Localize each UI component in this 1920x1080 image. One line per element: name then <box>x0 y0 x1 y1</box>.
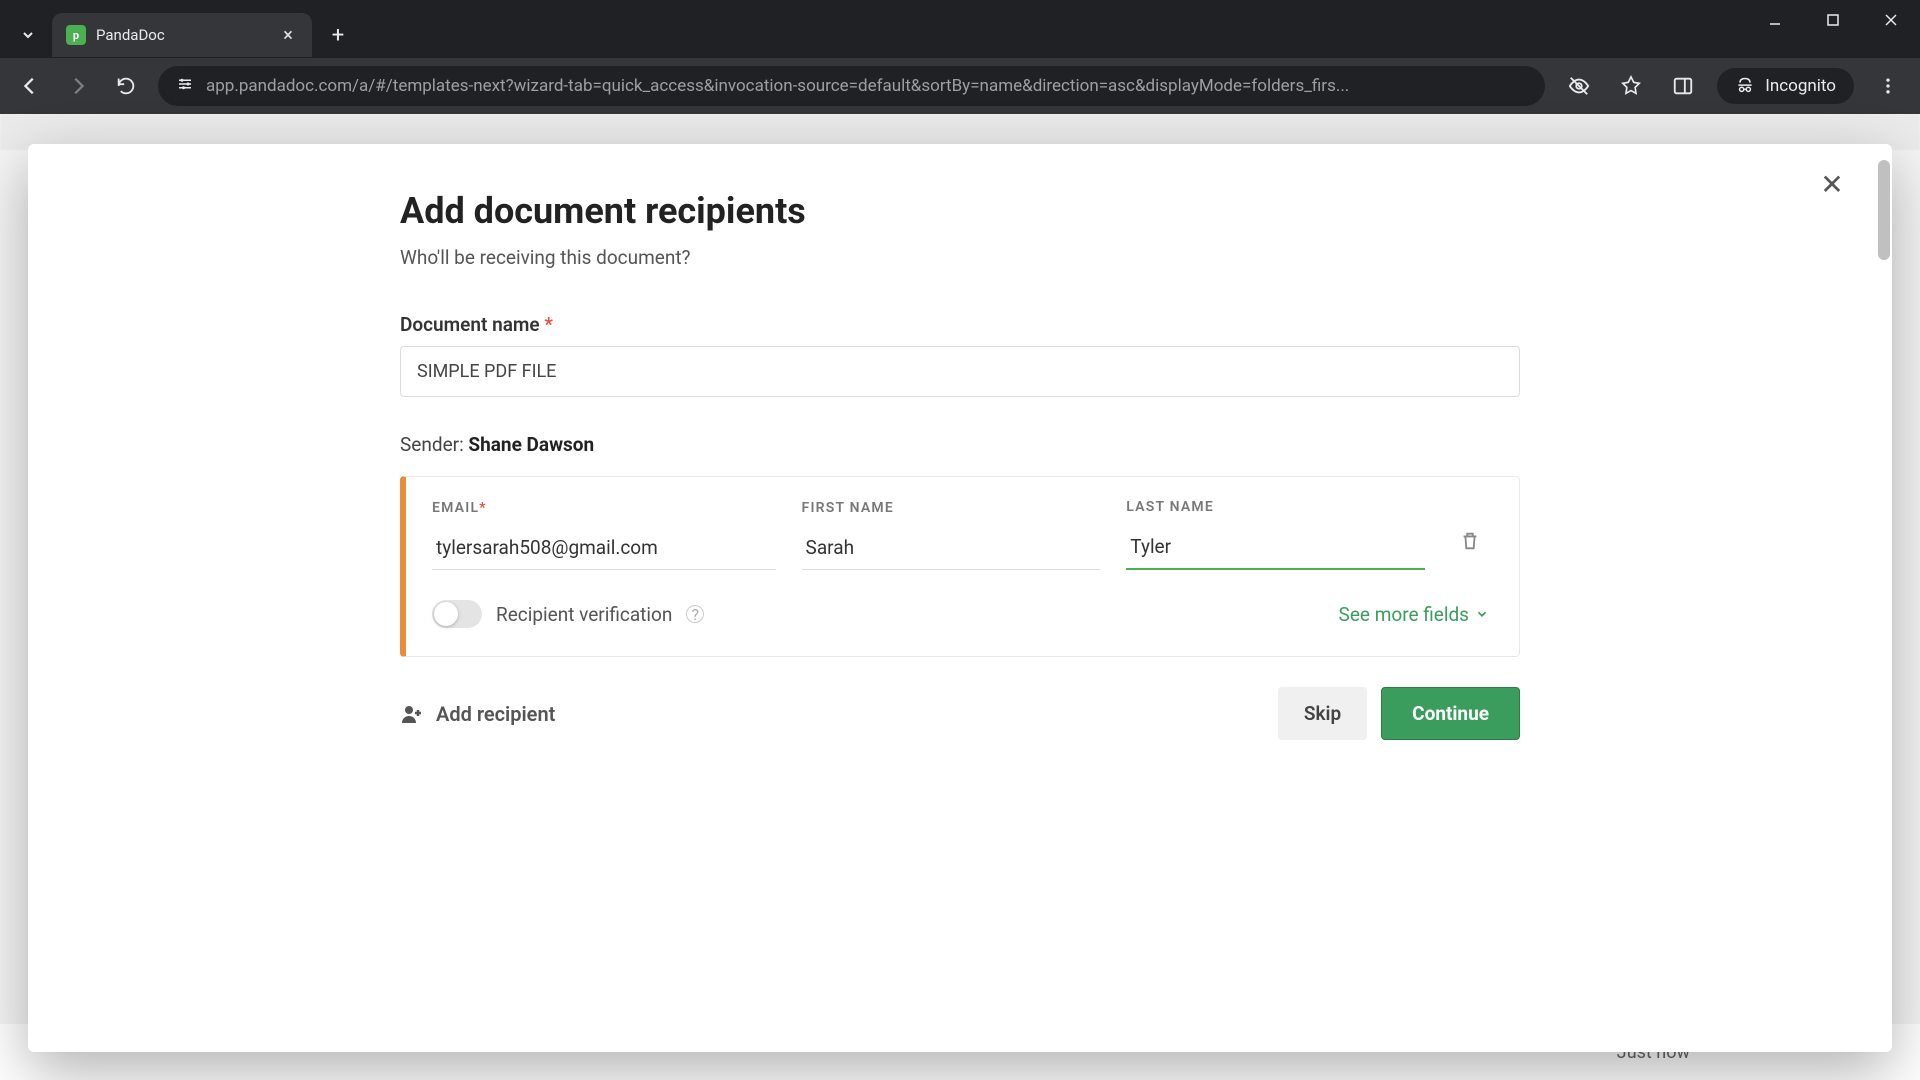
incognito-label: Incognito <box>1765 76 1836 96</box>
recipient-verification-toggle[interactable] <box>432 600 482 628</box>
document-name-input[interactable] <box>400 346 1520 397</box>
window-minimize[interactable] <box>1746 0 1804 40</box>
site-settings-icon[interactable] <box>176 75 194 98</box>
modal-title: Add document recipients <box>400 190 1520 232</box>
first-name-label: FIRST NAME <box>802 500 1101 516</box>
modal-close-button[interactable]: ✕ <box>1812 164 1852 204</box>
last-name-input[interactable] <box>1126 525 1425 570</box>
modal-subtitle: Who'll be receiving this document? <box>400 246 1520 269</box>
email-input[interactable] <box>432 526 776 570</box>
window-close[interactable] <box>1862 0 1920 40</box>
browser-tab[interactable]: p PandaDoc × <box>52 13 312 57</box>
bookmark-star-icon[interactable] <box>1613 68 1649 104</box>
email-label: EMAIL* <box>432 500 776 516</box>
incognito-badge[interactable]: Incognito <box>1717 68 1854 104</box>
tab-favicon: p <box>66 25 86 45</box>
delete-recipient-button[interactable] <box>1451 522 1489 564</box>
url-input[interactable]: app.pandadoc.com/a/#/templates-next?wiza… <box>158 66 1545 106</box>
see-more-fields-link[interactable]: See more fields <box>1339 603 1489 626</box>
skip-button[interactable]: Skip <box>1278 687 1367 740</box>
recipient-card: EMAIL* FIRST NAME LAST NAME <box>400 476 1520 657</box>
sender-name: Shane Dawson <box>468 433 594 456</box>
trash-icon <box>1459 530 1481 552</box>
address-bar: app.pandadoc.com/a/#/templates-next?wiza… <box>0 58 1920 114</box>
recipient-verification-label: Recipient verification <box>496 603 672 626</box>
url-text: app.pandadoc.com/a/#/templates-next?wiza… <box>206 76 1349 96</box>
sender-row: Sender: Shane Dawson <box>400 433 1520 456</box>
person-add-icon <box>400 702 424 726</box>
nav-forward[interactable] <box>62 70 94 102</box>
eye-blocked-icon[interactable] <box>1561 68 1597 104</box>
add-recipient-button[interactable]: Add recipient <box>400 702 555 726</box>
info-icon[interactable]: ? <box>686 605 704 623</box>
new-tab-button[interactable]: + <box>320 17 356 53</box>
window-maximize[interactable] <box>1804 0 1862 40</box>
nav-reload[interactable] <box>110 70 142 102</box>
browser-tab-bar: p PandaDoc × + <box>0 0 1920 58</box>
incognito-icon <box>1735 76 1755 96</box>
side-panel-icon[interactable] <box>1665 68 1701 104</box>
continue-button[interactable]: Continue <box>1381 687 1520 740</box>
document-name-label: Document name * <box>400 313 1520 336</box>
add-recipients-modal: ✕ Add document recipients Who'll be rece… <box>28 144 1892 1052</box>
modal-scrollbar[interactable] <box>1878 160 1890 260</box>
close-icon[interactable]: × <box>278 25 298 46</box>
chevron-down-icon <box>1475 607 1489 621</box>
tab-title: PandaDoc <box>96 26 268 44</box>
sender-prefix: Sender: <box>400 433 464 456</box>
nav-back[interactable] <box>14 70 46 102</box>
first-name-input[interactable] <box>802 526 1101 570</box>
last-name-label: LAST NAME <box>1126 499 1425 515</box>
tab-search-dropdown[interactable] <box>12 19 44 51</box>
browser-menu-icon[interactable] <box>1870 68 1906 104</box>
